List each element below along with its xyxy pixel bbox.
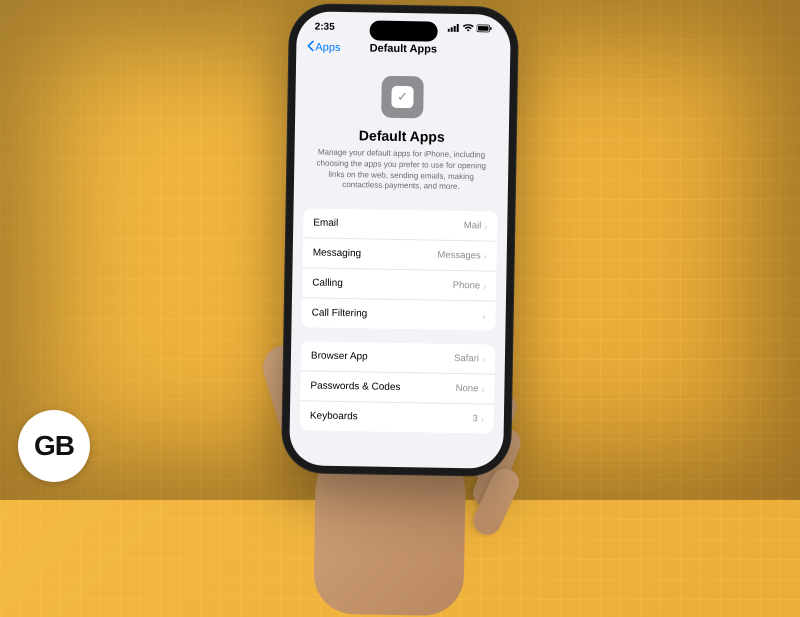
wifi-icon (463, 24, 474, 35)
chevron-right-icon: › (483, 311, 486, 321)
setting-row-call-filtering[interactable]: Call Filtering › (301, 298, 495, 330)
settings-group-communication: Email Mail› Messaging Messages› Calling … (301, 208, 497, 330)
default-apps-icon: ✓ (381, 76, 424, 119)
setting-row-passwords[interactable]: Passwords & Codes None› (300, 371, 494, 404)
site-logo-badge: GB (18, 410, 90, 482)
chevron-right-icon: › (481, 384, 484, 394)
chevron-left-icon (306, 40, 314, 54)
hero-title: Default Apps (311, 126, 493, 145)
setting-row-messaging[interactable]: Messaging Messages › (302, 238, 496, 271)
row-value: None (456, 383, 479, 394)
hero-description: Manage your default apps for iPhone, inc… (310, 147, 493, 193)
row-label: Email (313, 218, 338, 229)
chevron-right-icon: › (484, 221, 487, 231)
dynamic-island (369, 20, 437, 41)
back-button-label: Apps (315, 41, 340, 53)
settings-group-system: Browser App Safari› Passwords & Codes No… (300, 341, 496, 433)
setting-row-email[interactable]: Email Mail› (303, 208, 497, 241)
iphone-screen: 2:35 App (289, 11, 511, 469)
setting-row-keyboards[interactable]: Keyboards 3 › (300, 401, 494, 433)
row-label: Calling (312, 278, 343, 290)
iphone-frame: 2:35 App (281, 3, 519, 477)
row-value: Phone (453, 280, 481, 291)
back-button[interactable]: Apps (306, 40, 340, 55)
site-logo-text: GB (34, 430, 74, 462)
status-time: 2:35 (315, 21, 335, 32)
setting-row-calling[interactable]: Calling Phone› (302, 268, 496, 301)
row-value: 3 (472, 413, 477, 424)
row-value: Messages (437, 250, 480, 262)
battery-icon (477, 24, 493, 35)
chevron-right-icon: › (482, 354, 485, 364)
hero-section: ✓ Default Apps Manage your default apps … (294, 60, 511, 212)
chevron-right-icon: › (481, 414, 484, 424)
phone-container: 2:35 App (281, 3, 519, 477)
chevron-right-icon: › (483, 281, 486, 291)
row-label: Keyboards (310, 411, 358, 423)
row-label: Call Filtering (312, 308, 368, 320)
row-value: Mail (464, 220, 482, 231)
row-label: Passwords & Codes (310, 381, 400, 394)
settings-content[interactable]: ✓ Default Apps Manage your default apps … (289, 60, 510, 462)
row-label: Messaging (313, 248, 362, 260)
chevron-right-icon: › (484, 251, 487, 261)
row-value: Safari (454, 353, 479, 364)
row-label: Browser App (311, 351, 368, 363)
signal-icon (448, 24, 460, 35)
setting-row-browser[interactable]: Browser App Safari› (301, 341, 495, 374)
nav-title: Default Apps (370, 42, 438, 55)
